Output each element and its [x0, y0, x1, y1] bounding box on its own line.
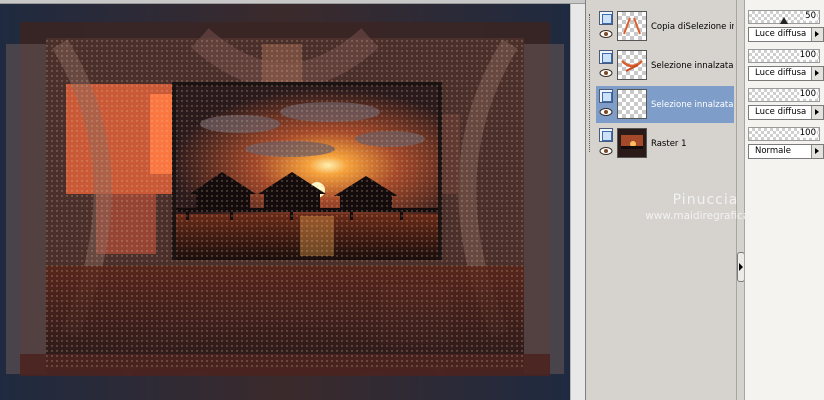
layer-row-copia[interactable]: Copia diSelezione in: [596, 8, 734, 45]
layer-thumbnail: [617, 50, 647, 80]
layer-properties-row: 100 Luce diffusa: [748, 47, 824, 84]
palette-splitter[interactable]: [736, 0, 745, 400]
layer-group-icon[interactable]: [599, 128, 613, 142]
canvas-vertical-scrollbar[interactable]: [570, 4, 585, 400]
layer-row-raster-1[interactable]: Raster 1: [596, 125, 734, 162]
layers-palette: Copia diSelezione in Selezione innalzata…: [585, 0, 824, 400]
opacity-slider[interactable]: 100: [748, 49, 820, 63]
opacity-value: 100: [798, 89, 817, 99]
opacity-value: 100: [798, 50, 817, 60]
layer-name: Selezione innalzata: [651, 61, 734, 71]
orange-x-shape-icon: [621, 60, 643, 72]
layer-group-icon[interactable]: [599, 89, 613, 103]
layer-row-selezione-innalzata-1[interactable]: Selezione innalzata 1: [596, 86, 734, 123]
layer-group-tree-line: [589, 14, 590, 152]
layer-row-selezione-innalzata[interactable]: Selezione innalzata: [596, 47, 734, 84]
opacity-slider[interactable]: 100: [748, 127, 820, 141]
eye-icon[interactable]: [599, 146, 613, 156]
eye-icon[interactable]: [599, 29, 613, 39]
dropdown-arrow-icon[interactable]: [811, 28, 823, 41]
blend-mode-select[interactable]: Luce diffusa: [748, 66, 824, 81]
layer-name: Copia diSelezione in: [651, 22, 734, 32]
eye-icon[interactable]: [599, 107, 613, 117]
blend-mode-label: Normale: [755, 146, 791, 156]
eye-icon[interactable]: [599, 68, 613, 78]
layer-properties-row: 50 Luce diffusa: [748, 8, 824, 45]
layer-thumbnail: [617, 128, 647, 158]
layer-properties-row: 100 Luce diffusa: [748, 86, 824, 123]
slider-marker-icon[interactable]: [780, 17, 788, 24]
opacity-slider[interactable]: 50: [748, 10, 820, 24]
opacity-value: 100: [798, 128, 817, 138]
layer-thumbnail: [617, 11, 647, 41]
blend-mode-label: Luce diffusa: [755, 107, 807, 117]
image-canvas-area: [0, 0, 585, 400]
layer-thumbnail: [617, 89, 647, 119]
blend-mode-select[interactable]: Normale: [748, 144, 824, 159]
layer-group-icon[interactable]: [599, 11, 613, 25]
layer-name: Raster 1: [651, 139, 687, 149]
dropdown-arrow-icon[interactable]: [811, 145, 823, 158]
opacity-value: 50: [804, 11, 817, 21]
dropdown-arrow-icon[interactable]: [811, 67, 823, 80]
collage-artwork: [0, 4, 570, 400]
blend-mode-select[interactable]: Luce diffusa: [748, 27, 824, 42]
image-canvas[interactable]: [0, 4, 570, 400]
blend-mode-label: Luce diffusa: [755, 68, 807, 78]
dropdown-arrow-icon[interactable]: [811, 106, 823, 119]
blend-mode-select[interactable]: Luce diffusa: [748, 105, 824, 120]
layer-group-icon[interactable]: [599, 50, 613, 64]
layer-properties-row: 100 Normale: [748, 125, 824, 162]
blend-mode-label: Luce diffusa: [755, 29, 807, 39]
layer-properties-column: 50 Luce diffusa 100 Luce diffusa 100 Luc…: [744, 0, 824, 400]
opacity-slider[interactable]: 100: [748, 88, 820, 102]
layer-name: Selezione innalzata 1: [651, 100, 734, 110]
orange-strokes-icon: [623, 17, 641, 35]
photo-thumbnail-icon: [618, 129, 646, 157]
